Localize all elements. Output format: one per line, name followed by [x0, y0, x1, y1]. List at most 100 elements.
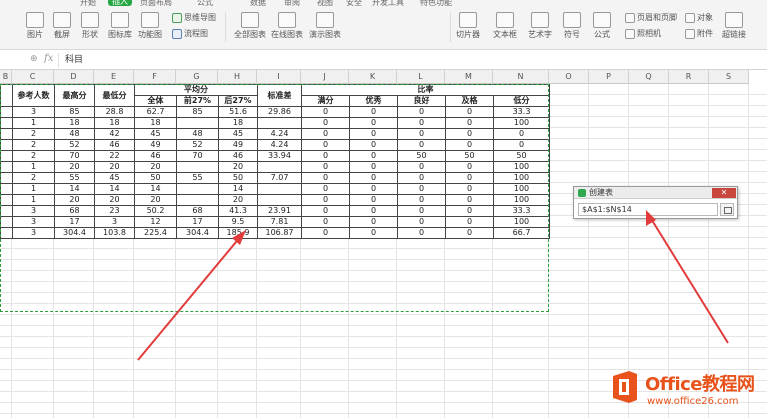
table-cell[interactable]: 0: [493, 128, 550, 140]
table-cell[interactable]: 48: [176, 128, 219, 140]
table-cell[interactable]: 50: [134, 172, 177, 184]
table-cell[interactable]: 0: [349, 117, 398, 129]
header-cell[interactable]: 全体: [134, 95, 177, 107]
table-cell[interactable]: 50: [397, 150, 446, 162]
table-cell[interactable]: 304.4: [54, 227, 95, 239]
table-cell[interactable]: 62.7: [134, 106, 177, 118]
table-cell[interactable]: [0, 172, 13, 184]
table-cell[interactable]: 45: [94, 172, 135, 184]
table-cell[interactable]: 0: [301, 106, 350, 118]
column-header-p[interactable]: P: [589, 70, 629, 84]
table-cell[interactable]: [0, 128, 13, 140]
table-cell[interactable]: 17: [54, 216, 95, 228]
textbox-button[interactable]: 文本框: [493, 12, 517, 40]
demo-charts-button[interactable]: 演示图表: [309, 12, 341, 40]
table-cell[interactable]: 14: [218, 183, 258, 195]
table-cell[interactable]: 0: [397, 183, 446, 195]
table-cell[interactable]: [0, 183, 13, 195]
table-cell[interactable]: 50: [218, 172, 258, 184]
table-cell[interactable]: 100: [493, 194, 550, 206]
function-chart-button[interactable]: 功能图: [138, 12, 162, 40]
table-cell[interactable]: 100: [493, 117, 550, 129]
table-cell[interactable]: 0: [397, 106, 446, 118]
table-cell[interactable]: 100: [493, 216, 550, 228]
attachment-button[interactable]: 附件: [685, 28, 713, 39]
table-cell[interactable]: 0: [397, 216, 446, 228]
table-cell[interactable]: [257, 161, 302, 173]
table-cell[interactable]: 49: [218, 139, 258, 151]
table-cell[interactable]: [257, 117, 302, 129]
tab-insert[interactable]: 插入: [108, 0, 132, 6]
table-cell[interactable]: 46: [218, 150, 258, 162]
table-cell[interactable]: [257, 194, 302, 206]
table-cell[interactable]: 1: [12, 183, 55, 195]
table-cell[interactable]: 20: [54, 161, 95, 173]
table-cell[interactable]: 0: [445, 227, 494, 239]
table-cell[interactable]: 50: [493, 150, 550, 162]
object-button[interactable]: 对象: [685, 12, 713, 23]
tab-formulas[interactable]: 公式: [197, 0, 213, 8]
table-cell[interactable]: 0: [301, 227, 350, 239]
table-cell[interactable]: 0: [397, 194, 446, 206]
header-cell[interactable]: 标准差: [257, 84, 302, 107]
table-cell[interactable]: 1: [12, 194, 55, 206]
column-header-g[interactable]: G: [176, 70, 218, 84]
table-cell[interactable]: 33.3: [493, 106, 550, 118]
table-cell[interactable]: 70: [176, 150, 219, 162]
header-cell[interactable]: 良好: [397, 95, 446, 107]
table-cell[interactable]: 106.87: [257, 227, 302, 239]
table-cell[interactable]: [0, 194, 13, 206]
hyperlink-button[interactable]: 超链接: [722, 12, 746, 40]
column-header-l[interactable]: L: [397, 70, 445, 84]
header-cell[interactable]: [0, 84, 13, 107]
table-cell[interactable]: 0: [301, 216, 350, 228]
table-cell[interactable]: 9.5: [218, 216, 258, 228]
column-header-m[interactable]: M: [445, 70, 493, 84]
table-cell[interactable]: 0: [445, 128, 494, 140]
tab-home[interactable]: 开始: [80, 0, 96, 8]
table-cell[interactable]: 103.8: [94, 227, 135, 239]
dialog-titlebar[interactable]: 创建表 ✕: [574, 187, 737, 199]
table-cell[interactable]: 55: [54, 172, 95, 184]
column-header-o[interactable]: O: [549, 70, 589, 84]
table-cell[interactable]: 50: [445, 150, 494, 162]
table-cell[interactable]: 3: [12, 106, 55, 118]
tab-review[interactable]: 审阅: [284, 0, 300, 8]
table-cell[interactable]: 52: [176, 139, 219, 151]
table-cell[interactable]: [0, 227, 13, 239]
all-charts-button[interactable]: 全部图表: [234, 12, 266, 40]
table-cell[interactable]: 0: [349, 227, 398, 239]
column-header-h[interactable]: H: [218, 70, 257, 84]
fx-label[interactable]: fx: [44, 53, 53, 64]
table-cell[interactable]: 100: [493, 172, 550, 184]
header-cell[interactable]: 低分: [493, 95, 550, 107]
column-header-f[interactable]: F: [134, 70, 176, 84]
table-cell[interactable]: 0: [445, 161, 494, 173]
picture-button[interactable]: 图片: [26, 12, 44, 40]
header-cell[interactable]: 平均分: [134, 84, 258, 96]
table-cell[interactable]: 17: [176, 216, 219, 228]
table-cell[interactable]: 0: [349, 139, 398, 151]
table-cell[interactable]: 0: [301, 172, 350, 184]
table-cell[interactable]: [176, 194, 219, 206]
table-cell[interactable]: 0: [445, 139, 494, 151]
table-cell[interactable]: 7.81: [257, 216, 302, 228]
table-cell[interactable]: 0: [445, 117, 494, 129]
table-cell[interactable]: 46: [134, 150, 177, 162]
column-header-j[interactable]: J: [301, 70, 349, 84]
table-cell[interactable]: 1: [12, 161, 55, 173]
table-cell[interactable]: 14: [94, 183, 135, 195]
table-cell[interactable]: 0: [349, 205, 398, 217]
table-cell[interactable]: 70: [54, 150, 95, 162]
table-cell[interactable]: 29.86: [257, 106, 302, 118]
table-cell[interactable]: 23: [94, 205, 135, 217]
table-cell[interactable]: 28.8: [94, 106, 135, 118]
table-cell[interactable]: [0, 161, 13, 173]
table-cell[interactable]: [0, 205, 13, 217]
range-picker-button[interactable]: [720, 203, 734, 216]
table-cell[interactable]: [176, 117, 219, 129]
table-cell[interactable]: 0: [301, 194, 350, 206]
column-header-q[interactable]: Q: [629, 70, 669, 84]
column-header-k[interactable]: K: [349, 70, 397, 84]
table-cell[interactable]: 2: [12, 128, 55, 140]
